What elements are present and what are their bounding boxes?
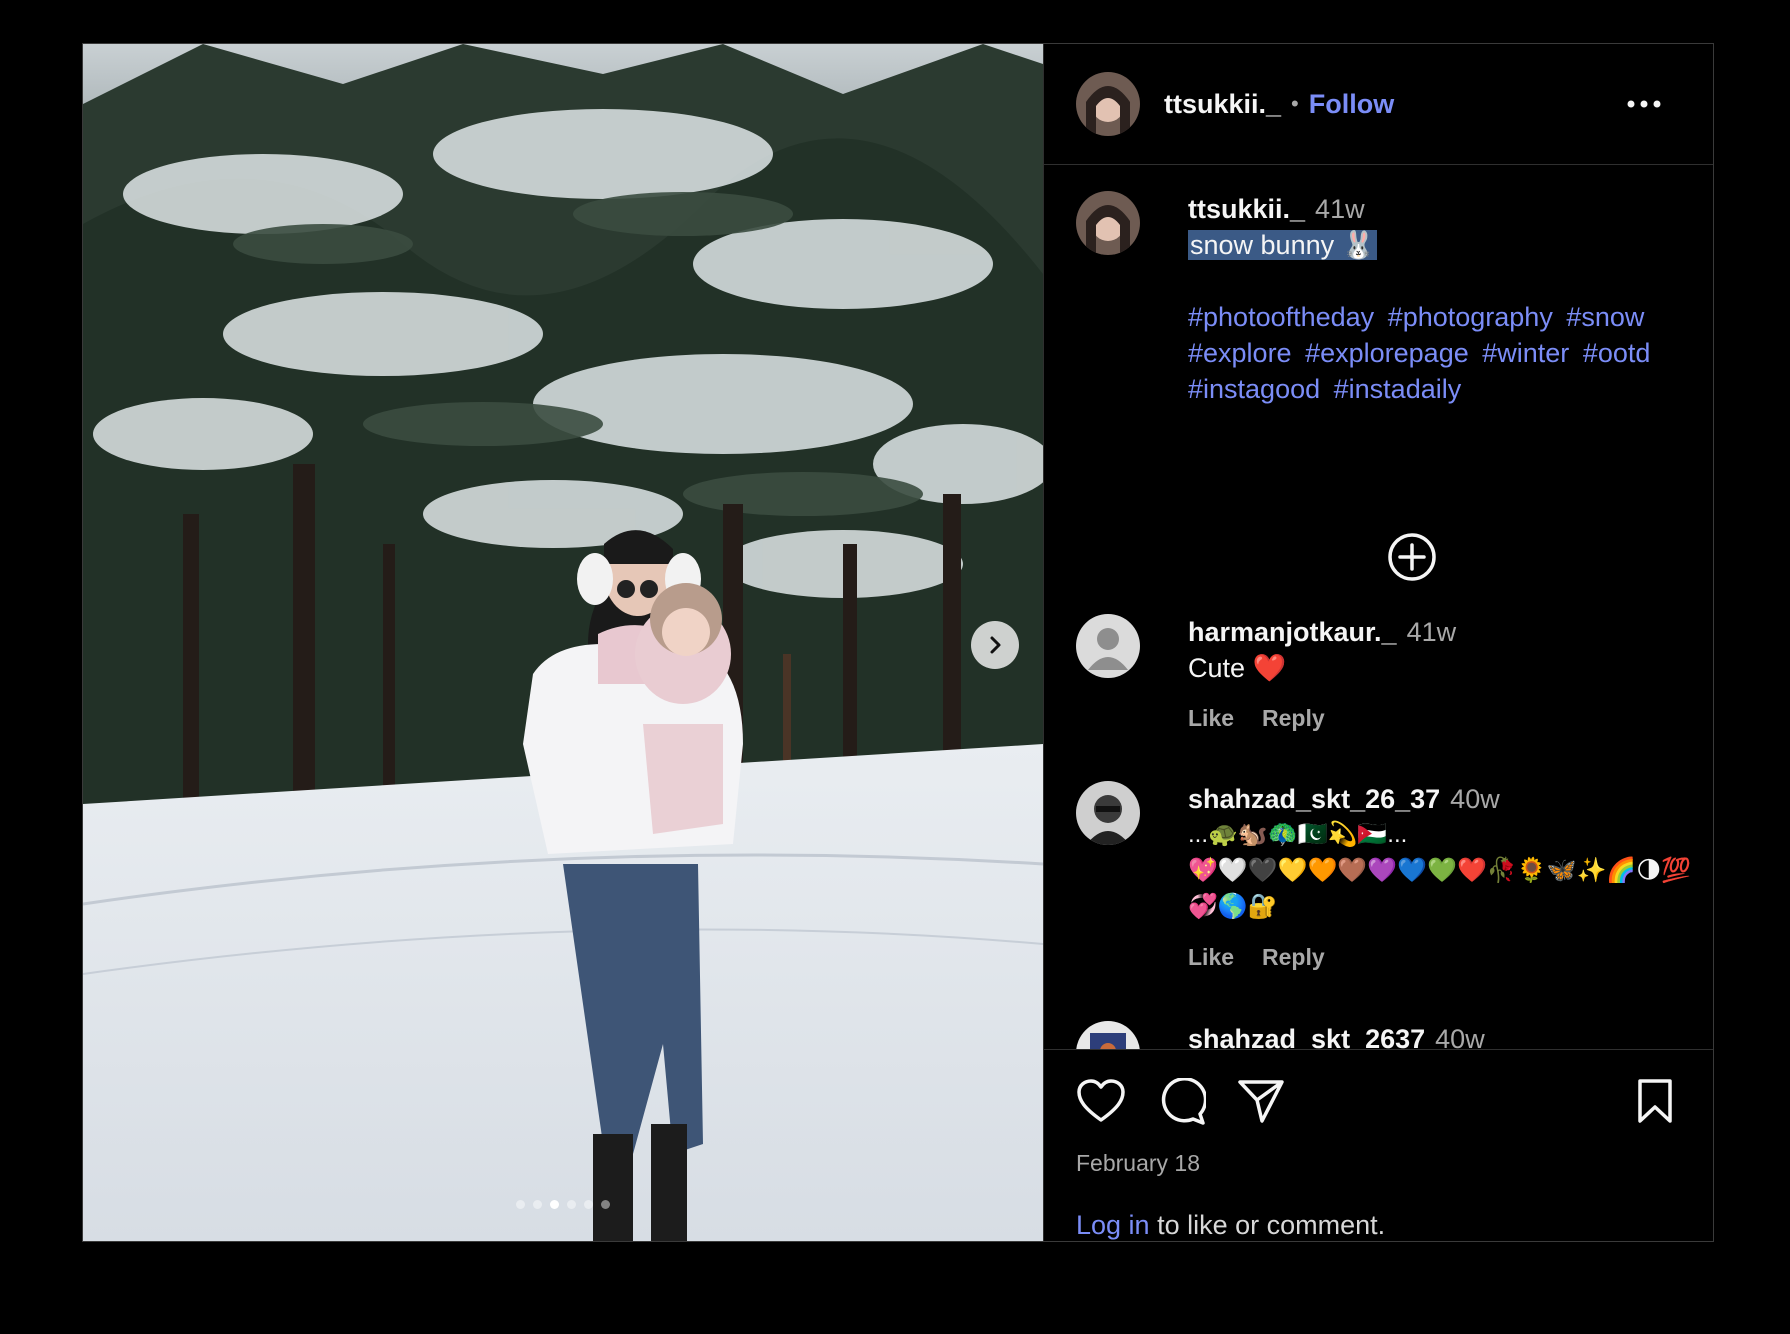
hashtag-link[interactable]: #photooftheday [1188, 302, 1374, 332]
hashtag-link[interactable]: #ootd [1583, 338, 1651, 368]
caption-username[interactable]: ttsukkii._ [1188, 194, 1305, 224]
login-prompt: Log in to like or comment. [1076, 1210, 1385, 1241]
hashtag-link[interactable]: #snow [1566, 302, 1644, 332]
carousel-next-button[interactable] [971, 621, 1019, 669]
send-icon[interactable] [1236, 1078, 1286, 1124]
comment-username[interactable]: shahzad_skt_26_37 [1188, 784, 1440, 814]
chevron-right-icon [990, 636, 1001, 654]
hashtag-link[interactable]: #explore [1188, 338, 1292, 368]
comment-icon[interactable] [1156, 1078, 1206, 1126]
carousel-dot [567, 1200, 576, 1209]
plus-circle-icon[interactable] [1386, 531, 1438, 583]
post-date[interactable]: February 18 [1076, 1150, 1200, 1177]
comment-time[interactable]: 41w [1407, 617, 1457, 647]
carousel-dot [533, 1200, 542, 1209]
post-actions: February 18 Log in to like or comment. [1044, 1049, 1713, 1241]
hashtag-link[interactable]: #photography [1388, 302, 1553, 332]
caption-time[interactable]: 41w [1315, 194, 1365, 224]
hashtag-link[interactable]: #instagood [1188, 374, 1320, 404]
login-prompt-text: to like or comment. [1149, 1210, 1386, 1240]
separator-dot: • [1291, 91, 1299, 116]
comment-username[interactable]: harmanjotkaur._ [1188, 617, 1397, 647]
carousel-dot [584, 1200, 593, 1209]
post-side-panel: ttsukkii._ • Follow ttsukkii._ 41w snow b… [1043, 44, 1713, 1241]
caption-avatar[interactable] [1076, 191, 1140, 255]
post-header: ttsukkii._ • Follow [1044, 44, 1713, 165]
post-media[interactable] [83, 44, 1043, 1241]
carousel-dot [550, 1200, 559, 1209]
bookmark-icon[interactable] [1635, 1078, 1675, 1124]
post-photo [83, 44, 1043, 1241]
carousel-indicator [83, 1200, 1043, 1209]
comment-username[interactable]: shahzad_skt_2637 [1188, 1024, 1425, 1050]
comment-text: ...🐢🐿️🦚🇵🇰💫🇯🇴... 💖🤍🖤💛🧡🤎💜💙💚❤️🥀🌻🦋✨🌈🌗💯💞🌎🔐 [1188, 821, 1692, 920]
comment-text: Cute ❤️ [1188, 653, 1287, 683]
comment-reply-button[interactable]: Reply [1262, 705, 1325, 731]
post-dialog: ttsukkii._ • Follow ttsukkii._ 41w snow b… [82, 43, 1714, 1242]
heart-icon[interactable] [1076, 1078, 1126, 1124]
comment-avatar[interactable] [1076, 614, 1140, 678]
carousel-dot [516, 1200, 525, 1209]
comments-list[interactable]: ttsukkii._ 41w snow bunny 🐰 #photooftheda… [1044, 166, 1713, 1050]
comment-avatar[interactable] [1076, 781, 1140, 845]
comment-time[interactable]: 40w [1435, 1024, 1485, 1050]
follow-button[interactable]: Follow [1309, 89, 1394, 120]
hashtag-link[interactable]: #instadaily [1334, 374, 1462, 404]
login-link[interactable]: Log in [1076, 1210, 1150, 1240]
more-horizontal-icon[interactable] [1627, 100, 1661, 108]
author-username[interactable]: ttsukkii._ [1164, 89, 1281, 120]
caption-text: snow bunny 🐰 [1188, 230, 1378, 260]
comment-reply-button[interactable]: Reply [1262, 944, 1325, 970]
comment-time[interactable]: 40w [1450, 784, 1500, 814]
comment-like-button[interactable]: Like [1188, 944, 1234, 970]
comment-like-button[interactable]: Like [1188, 705, 1234, 731]
author-avatar[interactable] [1076, 72, 1140, 136]
caption-hashtags: #photooftheday #photography #snow #explo… [1188, 299, 1693, 407]
hashtag-link[interactable]: #explorepage [1305, 338, 1469, 368]
carousel-dot [601, 1200, 610, 1209]
hashtag-link[interactable]: #winter [1482, 338, 1569, 368]
comment-avatar[interactable] [1076, 1021, 1140, 1050]
